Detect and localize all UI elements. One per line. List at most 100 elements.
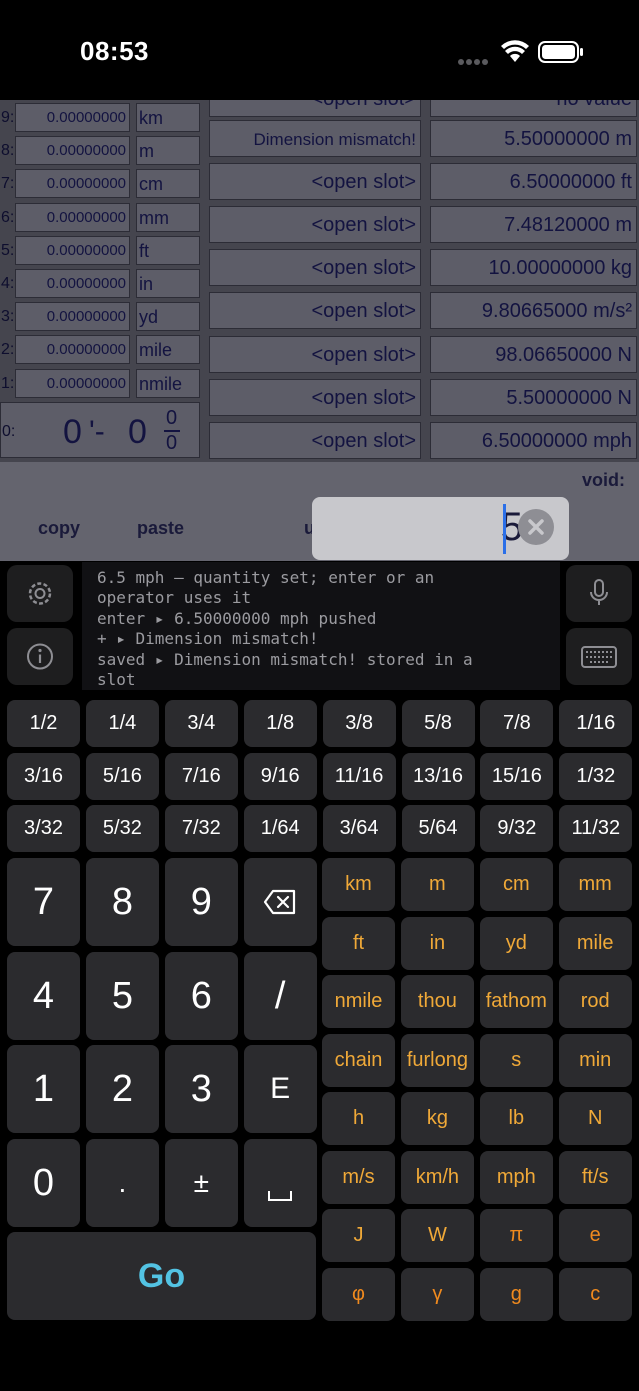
stack-row[interactable]: 8: 0.00000000 m xyxy=(0,136,205,166)
register-value[interactable]: 5.50000000 N xyxy=(430,378,637,416)
key-1[interactable]: 1 xyxy=(7,1045,80,1133)
unit-key[interactable]: ft xyxy=(322,916,395,970)
fraction-key[interactable]: 1/4 xyxy=(85,700,159,747)
fraction-key[interactable]: 15/16 xyxy=(480,752,554,800)
keyboard-toggle-button[interactable] xyxy=(566,628,632,685)
fraction-key[interactable]: 3/32 xyxy=(7,805,80,852)
key-8[interactable]: 8 xyxy=(85,858,159,946)
register-value[interactable]: 7.48120000 m xyxy=(430,206,637,244)
key-6[interactable]: 6 xyxy=(164,951,238,1040)
fraction-key[interactable]: 9/16 xyxy=(243,752,317,800)
unit-key[interactable]: chain xyxy=(322,1033,395,1087)
fraction-key[interactable]: 11/32 xyxy=(559,805,633,852)
plus-minus-key[interactable]: ± xyxy=(164,1138,238,1227)
unit-key[interactable]: J xyxy=(322,1209,395,1262)
register-value[interactable]: 6.50000000 mph xyxy=(430,421,637,459)
x-register[interactable]: 0: 0 '- 0 0 0 xyxy=(0,402,200,458)
unit-key[interactable]: γ xyxy=(400,1267,474,1321)
stack-row[interactable]: 5: 0.00000000 ft xyxy=(0,235,205,265)
clear-entry-button[interactable] xyxy=(518,509,554,545)
unit-key[interactable]: ft/s xyxy=(558,1150,632,1204)
unit-key[interactable]: km/h xyxy=(400,1150,474,1204)
paste-button[interactable]: paste xyxy=(137,518,184,539)
unit-key[interactable]: mile xyxy=(558,916,632,970)
fraction-key[interactable]: 11/16 xyxy=(322,752,396,800)
unit-key[interactable]: e xyxy=(558,1209,632,1262)
unit-key[interactable]: km xyxy=(322,858,395,911)
unit-key[interactable]: min xyxy=(558,1033,632,1087)
stack-row[interactable]: 9: 0.00000000 km xyxy=(0,103,205,132)
stack-row[interactable]: 7: 0.00000000 cm xyxy=(0,169,205,199)
unit-key[interactable]: h xyxy=(322,1092,395,1145)
memory-slot[interactable]: Dimension mismatch! xyxy=(209,120,421,157)
unit-key[interactable]: in xyxy=(400,916,474,970)
unit-key[interactable]: furlong xyxy=(400,1033,474,1087)
copy-button[interactable]: copy xyxy=(38,518,80,539)
register-value[interactable]: 10.00000000 kg xyxy=(430,249,637,287)
exponent-key[interactable]: E xyxy=(243,1045,317,1133)
key-4[interactable]: 4 xyxy=(7,951,80,1040)
register-value[interactable]: 5.50000000 m xyxy=(430,120,637,157)
fraction-key[interactable]: 13/16 xyxy=(401,752,475,800)
fraction-key[interactable]: 1/8 xyxy=(243,700,317,747)
memory-slot[interactable]: <open slot> xyxy=(209,335,421,373)
settings-button[interactable] xyxy=(7,565,73,622)
unit-key[interactable]: N xyxy=(558,1092,632,1145)
key-9[interactable]: 9 xyxy=(164,858,238,946)
stack-row[interactable]: 4: 0.00000000 in xyxy=(0,269,205,298)
key-7[interactable]: 7 xyxy=(7,858,80,946)
memory-slot[interactable]: <open slot> xyxy=(209,421,421,459)
fraction-key[interactable]: 1/16 xyxy=(559,700,633,747)
fraction-key[interactable]: 7/8 xyxy=(480,700,554,747)
entry-field[interactable]: 5 xyxy=(312,497,569,560)
unit-key[interactable]: m/s xyxy=(322,1150,395,1204)
memory-slot[interactable]: <open slot> xyxy=(209,100,421,117)
go-button[interactable]: Go xyxy=(7,1232,316,1320)
backspace-key[interactable] xyxy=(243,858,317,946)
fraction-key[interactable]: 3/8 xyxy=(322,700,396,747)
unit-key[interactable]: m xyxy=(400,858,474,911)
key-0[interactable]: 0 xyxy=(7,1138,80,1227)
memory-slot[interactable]: <open slot> xyxy=(209,163,421,201)
unit-key[interactable]: thou xyxy=(400,975,474,1028)
stack-row[interactable]: 1: 0.00000000 nmile xyxy=(0,368,205,398)
fraction-key[interactable]: 3/16 xyxy=(7,752,80,800)
unit-key[interactable]: π xyxy=(479,1209,553,1262)
unit-key[interactable]: rod xyxy=(558,975,632,1028)
unit-key[interactable]: W xyxy=(400,1209,474,1262)
slash-key[interactable]: / xyxy=(243,951,317,1040)
unit-key[interactable]: cm xyxy=(479,858,553,911)
unit-key[interactable]: φ xyxy=(322,1267,395,1321)
fraction-key[interactable]: 3/64 xyxy=(322,805,396,852)
unit-key[interactable]: yd xyxy=(479,916,553,970)
fraction-key[interactable]: 5/32 xyxy=(85,805,159,852)
stack-row[interactable]: 3: 0.00000000 yd xyxy=(0,302,205,332)
unit-key[interactable]: mm xyxy=(558,858,632,911)
register-value[interactable]: 6.50000000 ft xyxy=(430,163,637,201)
unit-key[interactable]: s xyxy=(479,1033,553,1087)
fraction-key[interactable]: 7/32 xyxy=(164,805,238,852)
fraction-key[interactable]: 5/16 xyxy=(85,752,159,800)
voice-input-button[interactable] xyxy=(566,565,632,622)
unit-key[interactable]: fathom xyxy=(479,975,553,1028)
register-value[interactable]: no value xyxy=(430,100,637,117)
memory-slot[interactable]: <open slot> xyxy=(209,378,421,416)
stack-row[interactable]: 2: 0.00000000 mile xyxy=(0,335,205,365)
unit-key[interactable]: nmile xyxy=(322,975,395,1028)
register-value[interactable]: 98.06650000 N xyxy=(430,335,637,373)
fraction-key[interactable]: 5/8 xyxy=(401,700,475,747)
fraction-key[interactable]: 1/64 xyxy=(243,805,317,852)
register-value[interactable]: 9.80665000 m/s² xyxy=(430,292,637,330)
key-3[interactable]: 3 xyxy=(164,1045,238,1133)
fraction-key[interactable]: 3/4 xyxy=(164,700,238,747)
unit-key[interactable]: lb xyxy=(479,1092,553,1145)
decimal-key[interactable]: . xyxy=(85,1138,159,1227)
fraction-key[interactable]: 1/32 xyxy=(559,752,633,800)
key-2[interactable]: 2 xyxy=(85,1045,159,1133)
unit-key[interactable]: kg xyxy=(400,1092,474,1145)
unit-key[interactable]: g xyxy=(479,1267,553,1321)
fraction-key[interactable]: 7/16 xyxy=(164,752,238,800)
space-key[interactable] xyxy=(243,1138,317,1227)
fraction-key[interactable]: 1/2 xyxy=(7,700,80,747)
memory-slot[interactable]: <open slot> xyxy=(209,249,421,287)
